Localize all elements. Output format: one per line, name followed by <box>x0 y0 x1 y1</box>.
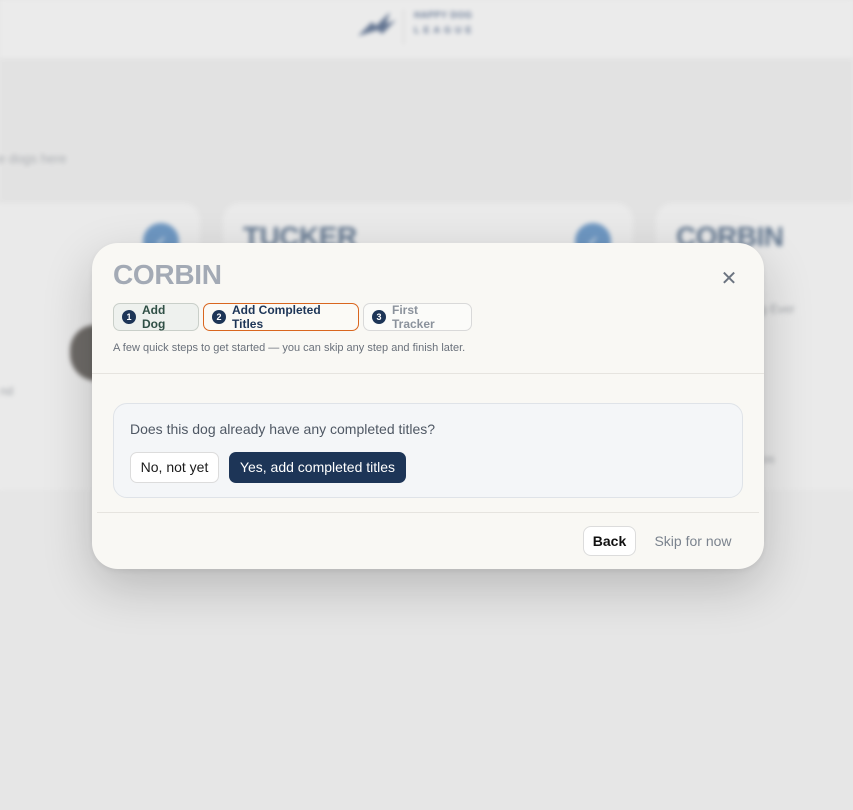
step-add-completed-titles[interactable]: 2 Add Completed Titles <box>203 303 359 331</box>
step-number: 2 <box>212 310 226 324</box>
titles-question-panel: Does this dog already have any completed… <box>113 403 743 498</box>
skip-for-now-button[interactable]: Skip for now <box>648 526 738 556</box>
onboarding-modal: CORBIN ✕ 1 Add Dog 2 Add Completed Title… <box>92 243 764 569</box>
step-add-dog[interactable]: 1 Add Dog <box>113 303 199 331</box>
question-text: Does this dog already have any completed… <box>130 421 436 437</box>
step-first-tracker[interactable]: 3 First Tracker <box>363 303 472 331</box>
no-not-yet-button[interactable]: No, not yet <box>130 452 219 483</box>
modal-hint: A few quick steps to get started — you c… <box>113 342 466 354</box>
step-label: Add Dog <box>142 303 166 331</box>
modal-title: CORBIN <box>113 259 222 290</box>
divider <box>97 512 759 513</box>
back-button[interactable]: Back <box>583 526 636 556</box>
close-icon[interactable]: ✕ <box>718 268 740 290</box>
step-label: First Tracker <box>392 303 435 331</box>
add-completed-titles-button[interactable]: Yes, add completed titles <box>229 452 406 483</box>
step-label: Add Completed Titles <box>232 303 321 331</box>
step-number: 3 <box>372 310 386 324</box>
divider <box>92 373 764 374</box>
step-number: 1 <box>122 310 136 324</box>
